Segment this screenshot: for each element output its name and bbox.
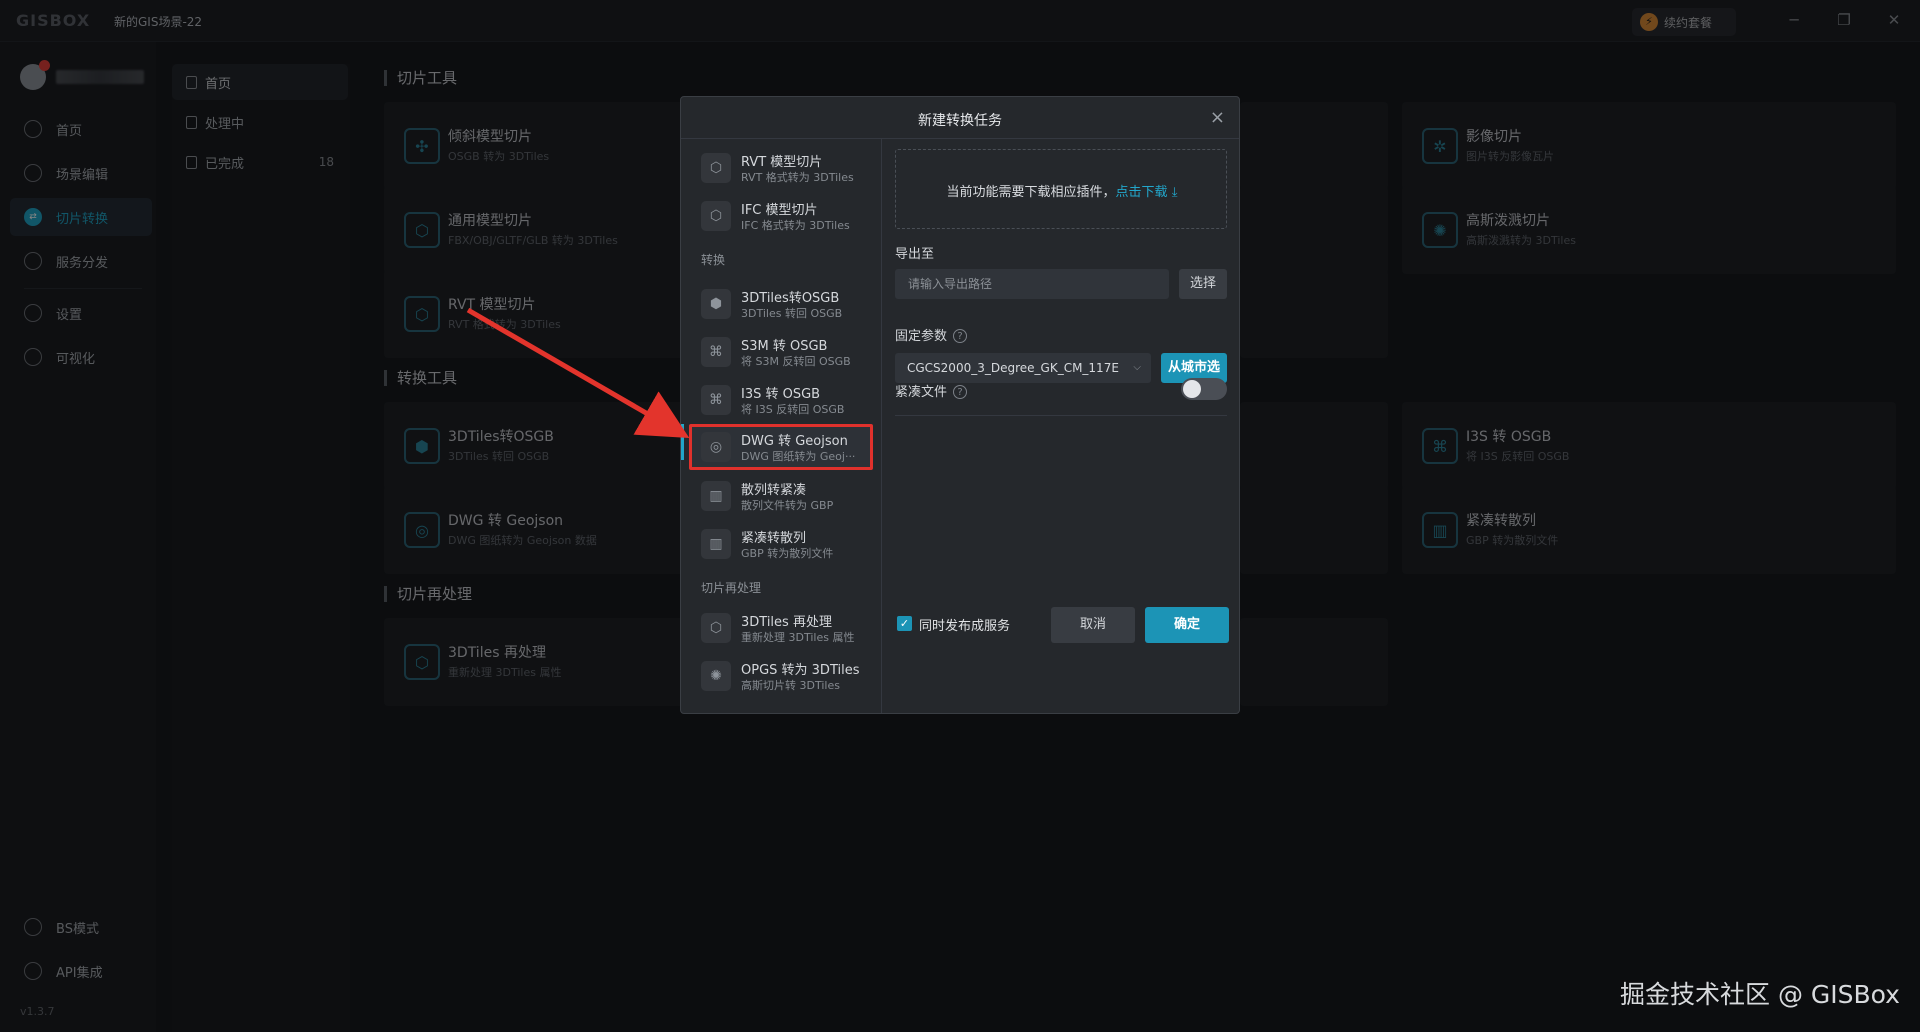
list-item-ifc[interactable]: ⬡ IFC 模型切片 IFC 格式转为 3DTiles — [689, 193, 873, 237]
list-item-title: 紧凑转散列 — [741, 531, 807, 546]
list-item-title: 3DTiles转OSGB — [741, 291, 840, 306]
plugin-notice-box: 当前功能需要下载相应插件，点击下载 ⤓ — [895, 149, 1227, 229]
choose-path-button[interactable]: 选择 — [1179, 269, 1227, 299]
download-icon: ⤓ — [1167, 185, 1178, 200]
list-item-subtitle: 3DTiles 转回 OSGB — [741, 307, 843, 320]
fixed-params-label: 固定参数? — [895, 325, 968, 344]
gaussian-icon: ✺ — [701, 661, 731, 691]
fixed-params-text: 固定参数 — [895, 329, 948, 344]
compact-file-toggle[interactable] — [1181, 378, 1227, 400]
form-divider — [895, 415, 1227, 416]
tiles-icon: ⬢ — [701, 289, 731, 319]
list-item-title: S3M 转 OSGB — [741, 339, 828, 354]
list-item-subtitle: 重新处理 3DTiles 属性 — [741, 631, 855, 644]
hash-icon: ▥ — [701, 481, 731, 511]
list-item-title: OPGS 转为 3DTiles — [741, 663, 860, 678]
list-item-subtitle: 高斯切片转 3DTiles — [741, 679, 840, 692]
group-label-reprocess: 切片再处理 — [701, 581, 762, 595]
dwg-icon: ◎ — [701, 432, 731, 462]
plugin-notice-text: 当前功能需要下载相应插件， — [946, 185, 1116, 200]
cube-icon: ⬡ — [701, 153, 731, 183]
list-item-s3m-osgb[interactable]: ⌘ S3M 转 OSGB 将 S3M 反转回 OSGB — [689, 329, 873, 373]
list-item-subtitle: 散列文件转为 GBP — [741, 499, 834, 512]
list-item-3dtiles-osgb[interactable]: ⬢ 3DTiles转OSGB 3DTiles 转回 OSGB — [689, 281, 873, 325]
toggle-knob — [1183, 380, 1201, 398]
list-item-subtitle: 将 I3S 反转回 OSGB — [741, 403, 845, 416]
list-item-opgs-3dtiles[interactable]: ✺ OPGS 转为 3DTiles 高斯切片转 3DTiles — [689, 653, 873, 697]
chevron-down-icon: ⌵ — [1133, 362, 1141, 373]
help-icon[interactable]: ? — [953, 385, 968, 399]
compact-file-text: 紧凑文件 — [895, 385, 948, 400]
crs-select[interactable]: CGCS2000_3_Degree_GK_CM_117E ⌵ — [895, 353, 1151, 383]
task-form: 当前功能需要下载相应插件，点击下载 ⤓ 导出至 选择 固定参数? CGCS200… — [883, 139, 1239, 713]
list-item-subtitle: 将 S3M 反转回 OSGB — [741, 355, 851, 368]
cube-icon: ⬡ — [701, 613, 731, 643]
publish-service-label: 同时发布成服务 — [919, 619, 1011, 634]
group-label-convert: 转换 — [701, 253, 726, 267]
list-item-title: RVT 模型切片 — [741, 155, 823, 170]
plugin-download-link[interactable]: 点击下载 — [1116, 185, 1168, 200]
dialog-header: 新建转换任务 × — [681, 97, 1239, 139]
list-item-i3s-osgb[interactable]: ⌘ I3S 转 OSGB 将 I3S 反转回 OSGB — [689, 377, 873, 421]
publish-service-checkbox[interactable]: ✓ — [897, 616, 912, 631]
list-item-hash-to-compact[interactable]: ▥ 散列转紧凑 散列文件转为 GBP — [689, 473, 873, 517]
list-item-dwg-geojson[interactable]: ◎ DWG 转 Geojson DWG 图纸转为 Geoj··· — [689, 424, 873, 470]
list-item-title: I3S 转 OSGB — [741, 387, 821, 402]
list-item-subtitle: GBP 转为散列文件 — [741, 547, 834, 560]
dialog-title: 新建转换任务 — [918, 113, 1002, 129]
task-type-list: ⬡ RVT 模型切片 RVT 格式转为 3DTiles ⬡ IFC 模型切片 I… — [681, 139, 882, 713]
list-item-rvt[interactable]: ⬡ RVT 模型切片 RVT 格式转为 3DTiles — [689, 145, 873, 189]
list-item-title: IFC 模型切片 — [741, 203, 818, 218]
s3m-icon: ⌘ — [701, 337, 731, 367]
list-item-3dtiles-reprocess[interactable]: ⬡ 3DTiles 再处理 重新处理 3DTiles 属性 — [689, 605, 873, 649]
list-item-title: DWG 转 Geojson — [741, 434, 848, 449]
list-item-title: 散列转紧凑 — [741, 483, 807, 498]
close-icon[interactable]: × — [1210, 107, 1225, 128]
list-item-subtitle: DWG 图纸转为 Geoj··· — [741, 450, 856, 463]
export-label: 导出至 — [895, 247, 935, 262]
confirm-button[interactable]: 确定 — [1145, 607, 1229, 643]
list-item-title: 3DTiles 再处理 — [741, 615, 832, 630]
list-item-compact-to-hash[interactable]: ▥ 紧凑转散列 GBP 转为散列文件 — [689, 521, 873, 565]
list-item-subtitle: IFC 格式转为 3DTiles — [741, 219, 850, 232]
export-path-input[interactable] — [895, 269, 1169, 299]
compact-icon: ▥ — [701, 529, 731, 559]
list-item-subtitle: RVT 格式转为 3DTiles — [741, 171, 854, 184]
cancel-button[interactable]: 取消 — [1051, 607, 1135, 643]
watermark: 掘金技术社区 @ GISBox — [1620, 980, 1900, 1009]
plugin-notice: 当前功能需要下载相应插件，点击下载 ⤓ — [896, 181, 1228, 200]
crs-value: CGCS2000_3_Degree_GK_CM_117E — [907, 361, 1119, 375]
compact-file-label: 紧凑文件? — [895, 381, 968, 400]
help-icon[interactable]: ? — [953, 329, 968, 343]
cube-icon: ⬡ — [701, 201, 731, 231]
i3s-icon: ⌘ — [701, 385, 731, 415]
selection-indicator — [681, 424, 684, 460]
new-convert-task-dialog: 新建转换任务 × ⬡ RVT 模型切片 RVT 格式转为 3DTiles ⬡ I… — [680, 96, 1240, 714]
